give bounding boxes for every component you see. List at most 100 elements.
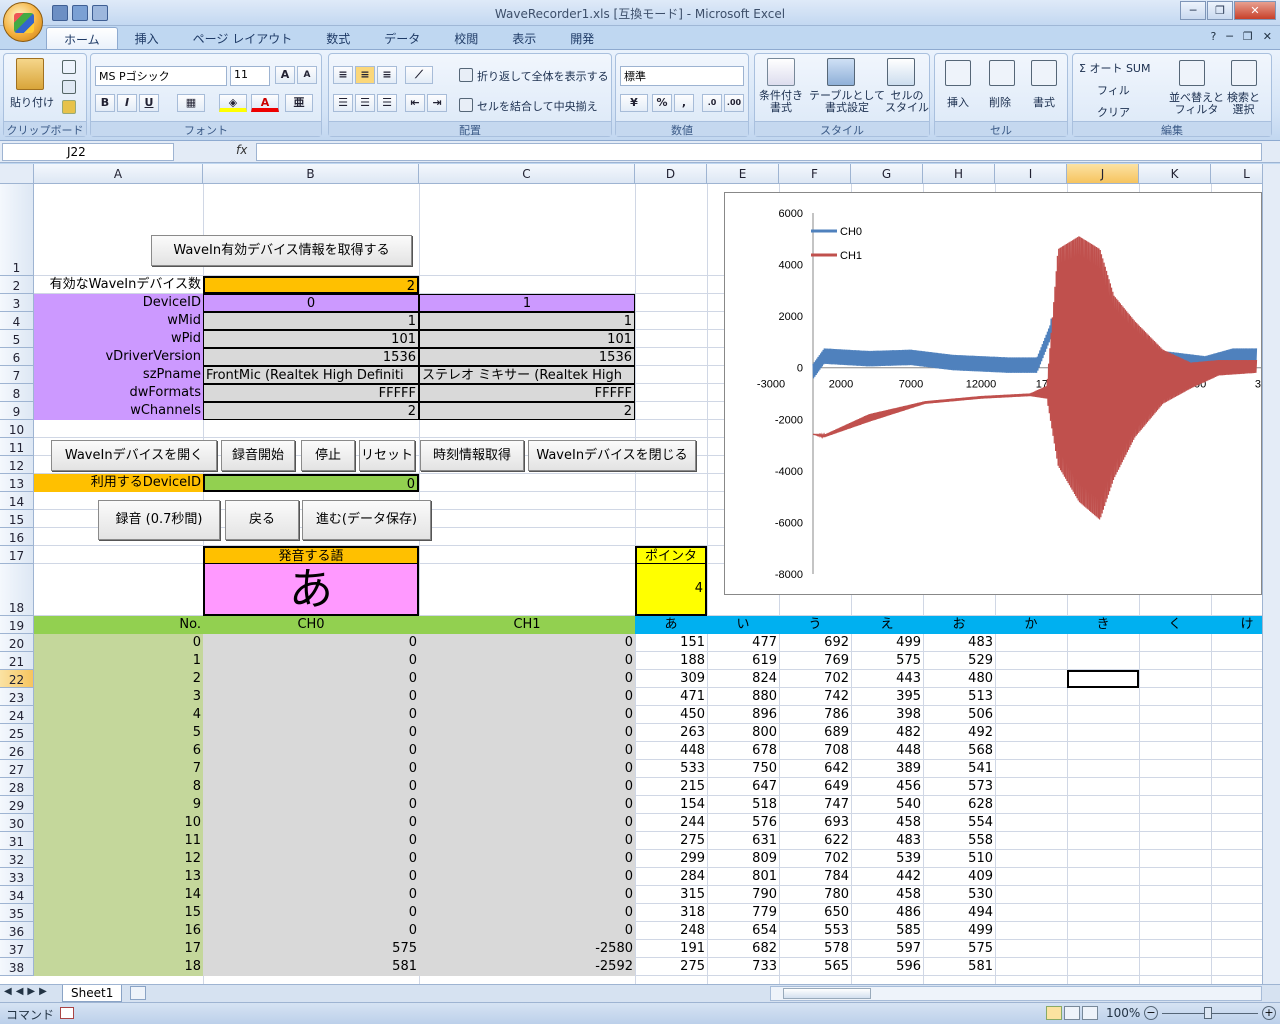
vertical-scrollbar[interactable] xyxy=(1262,164,1280,984)
comma-button[interactable]: , xyxy=(674,94,694,112)
row-header-3[interactable]: 3 xyxy=(0,294,34,312)
tab-3[interactable]: 数式 xyxy=(309,27,367,49)
row-header-34[interactable]: 34 xyxy=(0,886,34,904)
tab-2[interactable]: ページ レイアウト xyxy=(176,27,310,49)
row-header-2[interactable]: 2 xyxy=(0,276,34,294)
row-header-6[interactable]: 6 xyxy=(0,348,34,366)
align-left-button[interactable]: ☰ xyxy=(333,94,353,112)
insert-cells-button[interactable]: 挿入 xyxy=(947,94,969,110)
close-button[interactable]: ✕ xyxy=(1234,1,1276,20)
clear-button[interactable]: クリア xyxy=(1097,104,1130,120)
fill-button[interactable]: フィル xyxy=(1097,82,1130,98)
row-header-8[interactable]: 8 xyxy=(0,384,34,402)
row-header-7[interactable]: 7 xyxy=(0,366,34,384)
help-icon[interactable]: ? xyxy=(1210,30,1216,43)
underline-button[interactable]: U xyxy=(139,94,159,112)
tab-1[interactable]: 挿入 xyxy=(118,27,176,49)
col-header-K[interactable]: K xyxy=(1139,164,1211,184)
tab-5[interactable]: 校閲 xyxy=(437,27,495,49)
row-header-11[interactable]: 11 xyxy=(0,438,34,456)
row-header-25[interactable]: 25 xyxy=(0,724,34,742)
format-table-button[interactable]: テーブルとして 書式設定 xyxy=(809,90,885,114)
row-header-20[interactable]: 20 xyxy=(0,634,34,652)
row-header-21[interactable]: 21 xyxy=(0,652,34,670)
bold-button[interactable]: B xyxy=(95,94,115,112)
percent-button[interactable]: % xyxy=(652,94,672,112)
row-header-27[interactable]: 27 xyxy=(0,760,34,778)
row-header-12[interactable]: 12 xyxy=(0,456,34,474)
close-button[interactable]: WaveInデバイスを閉じる xyxy=(528,440,696,471)
row-header-22[interactable]: 22 xyxy=(0,670,34,688)
chart-area[interactable]: 6000 4000 2000 0 -2000 -4000 -6000 -8000 -3000 20… xyxy=(724,192,1262,595)
insert-sheet-icon[interactable] xyxy=(130,986,146,1000)
row-header-31[interactable]: 31 xyxy=(0,832,34,850)
col-header-B[interactable]: B xyxy=(203,164,419,184)
decrease-decimal-button[interactable]: .00 xyxy=(724,94,744,112)
time-button[interactable]: 時刻情報取得 xyxy=(420,440,524,471)
row-header-10[interactable]: 10 xyxy=(0,420,34,438)
page-break-view-icon[interactable] xyxy=(1082,1006,1098,1020)
increase-indent-button[interactable]: ⇥ xyxy=(427,94,447,112)
page-layout-view-icon[interactable] xyxy=(1064,1006,1080,1020)
col-header-J[interactable]: J xyxy=(1067,164,1139,184)
zoom-out-icon[interactable]: − xyxy=(1144,1006,1158,1020)
row-header-17[interactable]: 17 xyxy=(0,546,34,564)
line-chart[interactable]: 6000 4000 2000 0 -2000 -4000 -6000 -8000 -3000 20… xyxy=(725,193,1262,594)
reset-button[interactable]: リセット xyxy=(359,440,415,471)
row-header-30[interactable]: 30 xyxy=(0,814,34,832)
row-header-4[interactable]: 4 xyxy=(0,312,34,330)
cell-styles-button[interactable]: セルの スタイル xyxy=(885,90,929,114)
row-header-14[interactable]: 14 xyxy=(0,492,34,510)
tab-0[interactable]: ホーム xyxy=(46,27,118,49)
font-size-select[interactable]: 11 xyxy=(230,66,270,86)
copy-icon[interactable] xyxy=(62,80,76,94)
macro-record-icon[interactable] xyxy=(60,1007,74,1019)
col-header-G[interactable]: G xyxy=(851,164,923,184)
paste-icon[interactable] xyxy=(16,58,44,90)
select-all-corner[interactable] xyxy=(0,164,34,184)
currency-button[interactable]: ¥ xyxy=(620,94,648,112)
col-header-L[interactable]: L xyxy=(1211,164,1262,184)
sort-filter-button[interactable]: 並べ替えと フィルタ xyxy=(1169,92,1224,116)
minimize-button[interactable]: ─ xyxy=(1180,1,1206,20)
row-header-36[interactable]: 36 xyxy=(0,922,34,940)
col-header-D[interactable]: D xyxy=(635,164,707,184)
row-header-9[interactable]: 9 xyxy=(0,402,34,420)
italic-button[interactable]: I xyxy=(117,94,137,112)
decrease-indent-button[interactable]: ⇤ xyxy=(405,94,425,112)
tab-7[interactable]: 開発 xyxy=(553,27,611,49)
fill-color-button[interactable]: ◈ xyxy=(219,94,247,112)
row-header-23[interactable]: 23 xyxy=(0,688,34,706)
increase-decimal-button[interactable]: .0 xyxy=(702,94,722,112)
align-center-button[interactable]: ☰ xyxy=(355,94,375,112)
row-header-15[interactable]: 15 xyxy=(0,510,34,528)
number-format-select[interactable]: 標準 xyxy=(620,66,744,86)
row-header-37[interactable]: 37 xyxy=(0,940,34,958)
col-header-A[interactable]: A xyxy=(34,164,203,184)
align-bottom-button[interactable]: ≡ xyxy=(377,66,397,84)
formula-input[interactable] xyxy=(256,143,1262,161)
get-info-button[interactable]: WaveIn有効デバイス情報を取得する xyxy=(151,235,412,266)
selected-cell-j22[interactable] xyxy=(1067,670,1139,688)
font-name-select[interactable]: MS Pゴシック xyxy=(95,66,227,86)
grow-font-button[interactable]: A xyxy=(275,66,295,84)
format-cells-button[interactable]: 書式 xyxy=(1033,94,1055,110)
border-button[interactable]: ▦ xyxy=(177,94,205,112)
phonetic-button[interactable]: 亜 xyxy=(285,94,313,112)
autosum-button[interactable]: Σ オート SUM xyxy=(1079,60,1150,76)
horizontal-scrollbar[interactable] xyxy=(770,986,1262,1001)
row-header-28[interactable]: 28 xyxy=(0,778,34,796)
align-middle-button[interactable]: ≡ xyxy=(355,66,375,84)
restore-doc-icon[interactable]: ❐ xyxy=(1243,30,1253,43)
normal-view-icon[interactable] xyxy=(1046,1006,1062,1020)
row-header-33[interactable]: 33 xyxy=(0,868,34,886)
col-header-H[interactable]: H xyxy=(923,164,995,184)
stop-button[interactable]: 停止 xyxy=(301,440,355,471)
row-header-24[interactable]: 24 xyxy=(0,706,34,724)
cut-icon[interactable] xyxy=(62,60,76,74)
tab-4[interactable]: データ xyxy=(367,27,437,49)
min-ribbon-icon[interactable]: ─ xyxy=(1226,30,1233,43)
zoom-in-icon[interactable]: + xyxy=(1262,1006,1276,1020)
wrap-text-button[interactable]: 折り返して全体を表示する xyxy=(477,68,609,84)
horizontal-scroll-thumb[interactable] xyxy=(783,988,871,999)
